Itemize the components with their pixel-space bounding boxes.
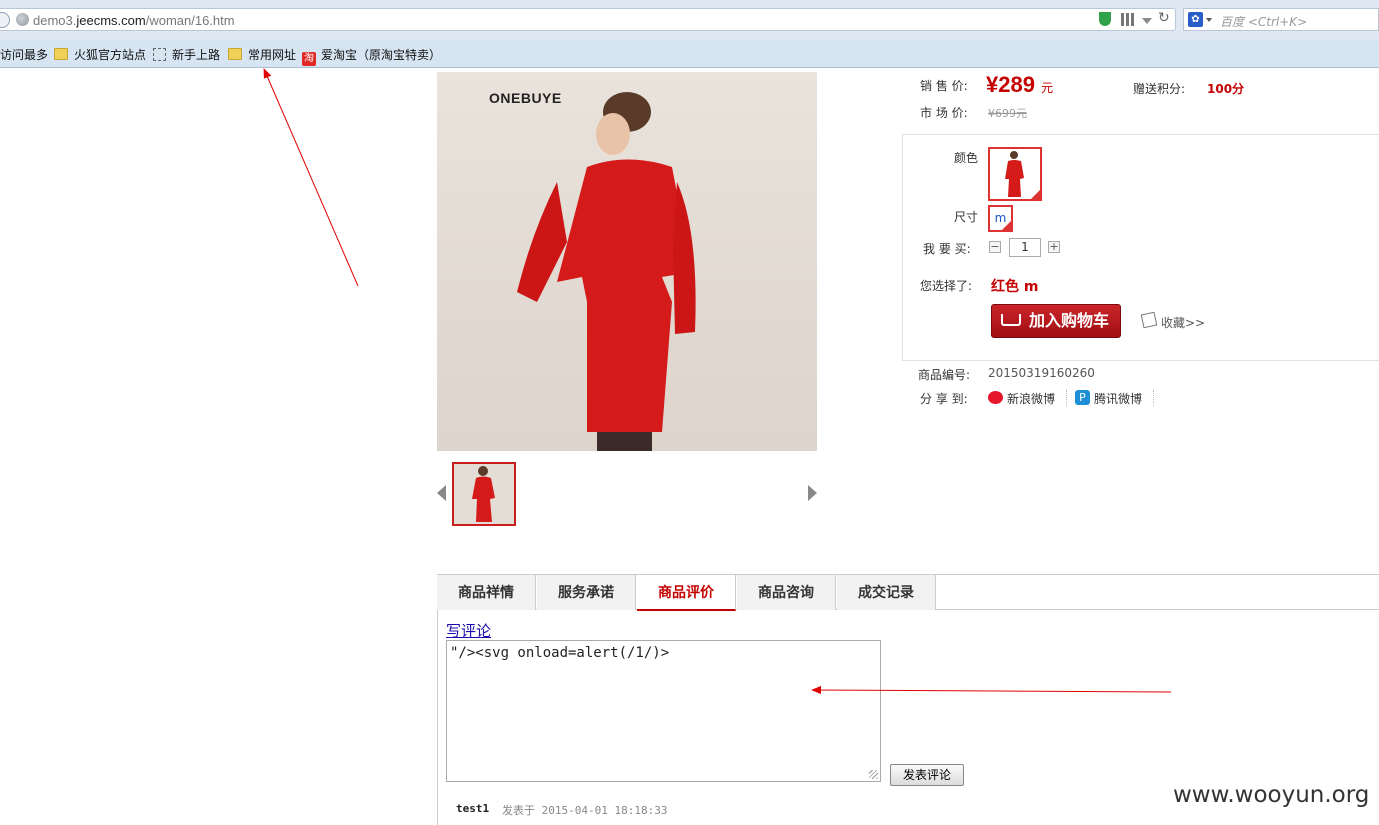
share-label: 分 享 到:	[920, 392, 968, 406]
watermark: www.wooyun.org	[1173, 782, 1370, 808]
tab-service[interactable]: 服务承诺	[537, 575, 636, 610]
reload-icon[interactable]: ↻	[1158, 10, 1170, 26]
options-panel	[902, 134, 1379, 361]
annotation-arrow-top	[263, 68, 359, 287]
bookmark-getting-started[interactable]: 新手上路	[153, 46, 220, 63]
quantity-plus-button[interactable]: +	[1048, 241, 1060, 253]
thumbnail-figure	[472, 466, 495, 522]
favorite-link[interactable]: 收藏>>	[1161, 314, 1205, 331]
prev-arrow-icon[interactable]	[437, 485, 446, 501]
search-box[interactable]: ✿ 百度 <Ctrl+K>	[1183, 8, 1379, 31]
browser-toolbar: demo3.jeecms.com/woman/16.htm ↻ ✿ 百度 <Ct…	[0, 0, 1379, 40]
points-value: 100分	[1207, 82, 1245, 96]
bookmark-firefox-site[interactable]: 火狐官方站点	[54, 46, 146, 63]
product-no: 20150319160260	[988, 366, 1095, 380]
tencent-weibo-icon[interactable]: P	[1075, 390, 1090, 405]
model-figure	[517, 92, 696, 451]
size-label: 尺寸	[954, 210, 979, 224]
taobao-icon: 淘	[302, 52, 316, 66]
comment-time: 发表于 2015-04-01 18:18:33	[502, 804, 668, 817]
comment-textarea[interactable]: "/><svg onload=alert(/1/)>	[446, 640, 881, 782]
write-comment-link[interactable]: 写评论	[446, 620, 491, 641]
search-placeholder: 百度 <Ctrl+K>	[1220, 15, 1308, 29]
detail-tabs: 商品祥情 服务承诺 商品评价 商品咨询 成交记录	[437, 574, 1379, 611]
share-tencent-link[interactable]: 腾讯微博	[1094, 390, 1142, 407]
qrcode-icon[interactable]	[1121, 13, 1134, 26]
product-thumbnail[interactable]	[452, 462, 516, 526]
comment-user: test1	[456, 802, 490, 815]
engine-dropdown-icon[interactable]	[1206, 18, 1212, 22]
market-price-label: 市 场 价:	[920, 106, 968, 120]
url-text[interactable]: demo3.jeecms.com/woman/16.htm	[33, 13, 235, 28]
bookmark-most-visited[interactable]: 访问最多	[0, 46, 48, 63]
sale-price: ¥289 元	[986, 72, 1054, 97]
product-no-label: 商品编号:	[918, 368, 971, 382]
chevron-down-icon[interactable]	[1142, 18, 1152, 24]
color-swatch-red[interactable]	[988, 147, 1042, 201]
back-button[interactable]	[0, 12, 10, 28]
folder-icon	[228, 48, 242, 60]
tab-details[interactable]: 商品祥情	[437, 575, 536, 610]
bookmarks-toolbar: 访问最多 火狐官方站点 新手上路 常用网址 淘爱淘宝（原淘宝特卖）	[0, 40, 1379, 68]
submit-comment-button[interactable]: 发表评论	[890, 764, 964, 786]
selected-label: 您选择了:	[920, 279, 973, 293]
tab-records[interactable]: 成交记录	[837, 575, 936, 610]
divider	[1153, 390, 1155, 406]
points-label: 赠送积分:	[1133, 82, 1186, 96]
selected-corner-icon	[1031, 190, 1040, 199]
selected-corner-icon	[1002, 221, 1011, 230]
sale-price-label: 销 售 价:	[920, 79, 968, 93]
color-label: 颜色	[954, 151, 979, 165]
quantity-input[interactable]: 1	[1009, 238, 1041, 257]
tab-reviews[interactable]: 商品评价	[637, 575, 736, 611]
folder-icon	[54, 48, 68, 60]
size-option-m[interactable]: m	[988, 205, 1013, 232]
baidu-paw-icon[interactable]: ✿	[1188, 12, 1203, 27]
quantity-minus-button[interactable]: −	[989, 241, 1001, 253]
sina-weibo-icon[interactable]	[988, 391, 1003, 404]
favorite-box-icon[interactable]	[1140, 311, 1158, 329]
content-border	[437, 610, 438, 825]
resize-grip-icon[interactable]	[869, 770, 878, 779]
buy-quantity-label: 我 要 买:	[923, 242, 971, 256]
bookmark-aitaobao[interactable]: 淘爱淘宝（原淘宝特卖）	[302, 46, 441, 66]
selected-value: 红色 m	[991, 279, 1039, 295]
next-arrow-icon[interactable]	[808, 485, 817, 501]
bookmark-common-sites[interactable]: 常用网址	[228, 46, 296, 63]
page-icon	[153, 48, 166, 61]
add-to-cart-button[interactable]: 加入购物车	[991, 304, 1121, 338]
market-price: ¥699元	[988, 107, 1027, 120]
share-sina-link[interactable]: 新浪微博	[1007, 390, 1055, 407]
shield-icon[interactable]	[1099, 12, 1111, 26]
divider	[1066, 390, 1068, 406]
tab-consult[interactable]: 商品咨询	[737, 575, 836, 610]
cart-icon	[1001, 314, 1021, 326]
globe-icon	[16, 13, 29, 26]
product-main-image[interactable]: ONEBUYE	[437, 72, 817, 451]
address-bar[interactable]: demo3.jeecms.com/woman/16.htm ↻	[0, 8, 1176, 31]
